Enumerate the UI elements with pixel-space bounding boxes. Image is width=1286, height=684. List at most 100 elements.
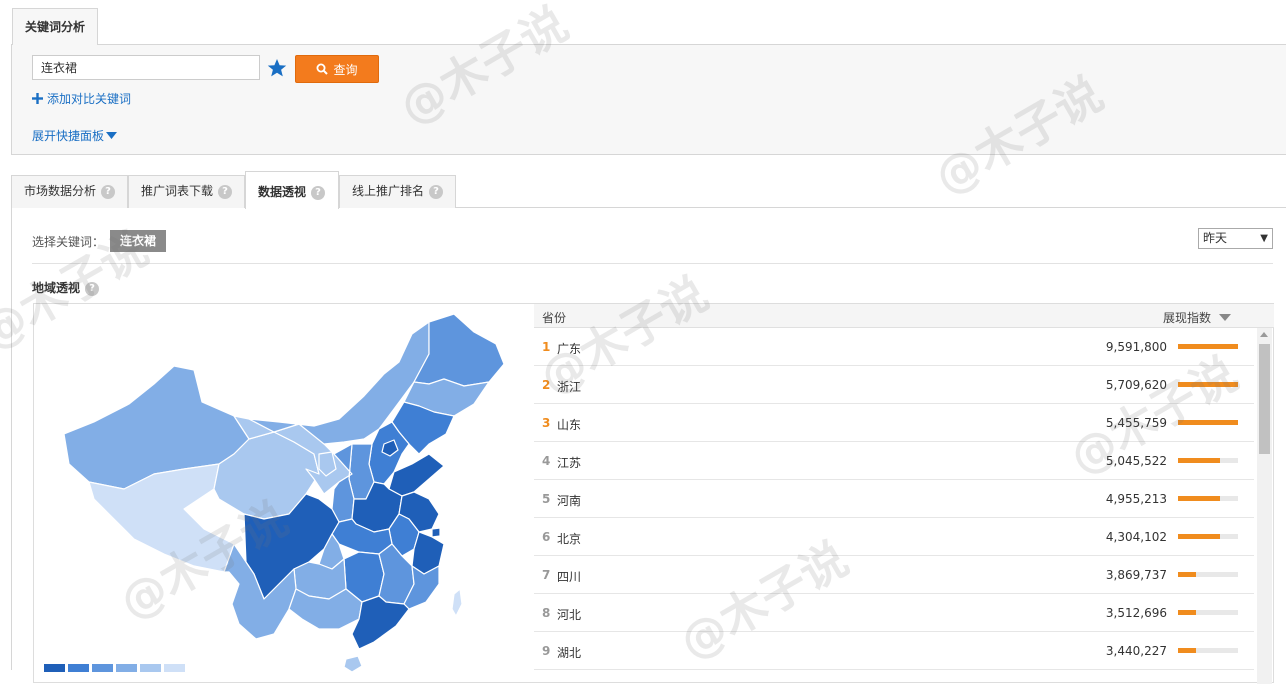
row-province: 河南 bbox=[557, 494, 582, 508]
row-province: 浙江 bbox=[557, 380, 582, 394]
row-province: 北京 bbox=[557, 532, 582, 546]
table-row[interactable]: 2 浙江 5,709,620 bbox=[534, 366, 1254, 404]
row-index-value: 5,709,620 bbox=[1105, 378, 1167, 392]
dropdown-arrow-icon: ▼ bbox=[1260, 233, 1268, 244]
plus-icon bbox=[32, 93, 43, 104]
add-compare-keyword-link[interactable]: 添加对比关键词 bbox=[32, 90, 131, 107]
help-icon[interactable]: ? bbox=[429, 184, 444, 199]
table-header: 省份 展现指数 bbox=[534, 304, 1274, 328]
table-row[interactable]: 4 江苏 5,045,522 bbox=[534, 442, 1254, 480]
index-bar bbox=[1178, 420, 1238, 425]
row-index-value: 9,591,800 bbox=[1105, 340, 1167, 354]
index-bar bbox=[1178, 572, 1238, 577]
legend-swatch bbox=[164, 664, 185, 672]
tab-keyword-download[interactable]: 推广词表下载? bbox=[128, 175, 245, 208]
row-index-value: 3,440,227 bbox=[1105, 644, 1167, 658]
table-row[interactable]: 7 四川 3,869,737 bbox=[534, 556, 1254, 594]
sort-desc-icon[interactable] bbox=[1219, 314, 1232, 321]
index-bar-fill bbox=[1178, 458, 1220, 463]
expand-panel-label: 展开快捷面板 bbox=[32, 129, 105, 143]
legend-swatch bbox=[140, 664, 161, 672]
row-rank: 9 bbox=[542, 644, 551, 658]
help-icon[interactable]: ? bbox=[311, 185, 326, 200]
content-area: 选择关键词： 连衣裙 昨天 ▼ 地域透视? 省份 展现指数 1 广东 9,591… bbox=[11, 208, 1286, 684]
row-province: 四川 bbox=[557, 570, 582, 584]
row-province: 山东 bbox=[557, 418, 582, 432]
index-bar bbox=[1178, 496, 1238, 501]
row-rank: 6 bbox=[542, 530, 551, 544]
divider bbox=[32, 263, 1273, 264]
china-map bbox=[33, 303, 535, 683]
row-index-value: 5,045,522 bbox=[1105, 454, 1167, 468]
caret-down-icon bbox=[106, 131, 118, 139]
tab-keyword-analysis[interactable]: 关键词分析 bbox=[12, 8, 98, 45]
table-scrollbar[interactable] bbox=[1257, 328, 1272, 684]
index-bar bbox=[1178, 648, 1238, 653]
query-button[interactable]: 查询 bbox=[295, 55, 379, 83]
row-index-value: 5,455,759 bbox=[1105, 416, 1167, 430]
help-icon[interactable]: ? bbox=[101, 184, 116, 199]
row-rank: 4 bbox=[542, 454, 551, 468]
expand-panel-link[interactable]: 展开快捷面板 bbox=[32, 127, 118, 144]
row-rank: 5 bbox=[542, 492, 551, 506]
query-button-label: 查询 bbox=[333, 62, 358, 77]
index-bar-fill bbox=[1178, 496, 1220, 501]
tab-online-ranking[interactable]: 线上推广排名? bbox=[339, 175, 456, 208]
row-province: 广东 bbox=[557, 342, 582, 356]
scrollbar-thumb[interactable] bbox=[1259, 344, 1270, 454]
tab-label: 推广词表下载 bbox=[141, 184, 214, 198]
table-row[interactable]: 1 广东 9,591,800 bbox=[534, 328, 1254, 366]
tab-label: 线上推广排名 bbox=[352, 184, 425, 198]
row-index-value: 4,304,102 bbox=[1105, 530, 1167, 544]
selected-keyword-chip[interactable]: 连衣裙 bbox=[110, 230, 167, 252]
index-bar bbox=[1178, 344, 1238, 349]
tab-market-data[interactable]: 市场数据分析? bbox=[11, 175, 128, 208]
map-legend bbox=[44, 664, 185, 672]
row-index-value: 4,955,213 bbox=[1105, 492, 1167, 506]
china-map-svg bbox=[63, 313, 505, 673]
region-taiwan[interactable] bbox=[451, 588, 463, 617]
table-row[interactable]: 6 北京 4,304,102 bbox=[534, 518, 1254, 556]
geo-pivot-title: 地域透视? bbox=[32, 279, 100, 296]
legend-swatch bbox=[68, 664, 89, 672]
select-keyword-label: 选择关键词： bbox=[32, 235, 105, 249]
sub-tab-bar: 市场数据分析? 推广词表下载? 数据透视? 线上推广排名? bbox=[11, 171, 1286, 209]
keyword-input[interactable] bbox=[32, 55, 260, 80]
geo-pivot-title-text: 地域透视 bbox=[32, 281, 81, 295]
table-row[interactable]: 3 山东 5,455,759 bbox=[534, 404, 1254, 442]
legend-swatch bbox=[92, 664, 113, 672]
tab-label: 数据透视 bbox=[258, 185, 307, 199]
index-bar bbox=[1178, 382, 1238, 387]
row-province: 江苏 bbox=[557, 456, 582, 470]
table-row[interactable]: 9 湖北 3,440,227 bbox=[534, 632, 1254, 670]
column-header-index[interactable]: 展现指数 bbox=[1163, 309, 1232, 326]
row-rank: 8 bbox=[542, 606, 551, 620]
index-bar-fill bbox=[1178, 344, 1238, 349]
row-rank: 3 bbox=[542, 416, 551, 430]
date-select[interactable]: 昨天 ▼ bbox=[1198, 228, 1273, 249]
add-compare-label: 添加对比关键词 bbox=[47, 92, 132, 106]
table-row[interactable]: 5 河南 4,955,213 bbox=[534, 480, 1254, 518]
column-header-index-label: 展现指数 bbox=[1163, 311, 1212, 325]
star-icon[interactable] bbox=[267, 58, 287, 78]
row-rank: 2 bbox=[542, 378, 551, 392]
region-shanghai[interactable] bbox=[431, 527, 441, 538]
index-bar-fill bbox=[1178, 648, 1196, 653]
help-icon[interactable]: ? bbox=[218, 184, 233, 199]
column-header-province: 省份 bbox=[542, 311, 567, 325]
search-panel: 查询 添加对比关键词 展开快捷面板 bbox=[11, 44, 1286, 155]
row-province: 河北 bbox=[557, 608, 582, 622]
index-bar-fill bbox=[1178, 534, 1220, 539]
search-icon bbox=[316, 63, 329, 75]
index-bar bbox=[1178, 534, 1238, 539]
table-row[interactable]: 8 河北 3,512,696 bbox=[534, 594, 1254, 632]
table-body: 1 广东 9,591,800 2 浙江 5,709,620 3 山东 5,455,759 4 江苏 5… bbox=[534, 328, 1254, 670]
index-bar-fill bbox=[1178, 572, 1196, 577]
help-icon[interactable]: ? bbox=[85, 281, 100, 296]
row-province: 湖北 bbox=[557, 646, 582, 660]
scroll-up-arrow-icon[interactable] bbox=[1260, 332, 1268, 337]
province-table: 省份 展现指数 1 广东 9,591,800 2 浙江 5,709,620 3 山东 5,455… bbox=[534, 303, 1274, 684]
tab-data-pivot[interactable]: 数据透视? bbox=[245, 171, 339, 209]
row-index-value: 3,512,696 bbox=[1105, 606, 1167, 620]
index-bar-fill bbox=[1178, 610, 1196, 615]
